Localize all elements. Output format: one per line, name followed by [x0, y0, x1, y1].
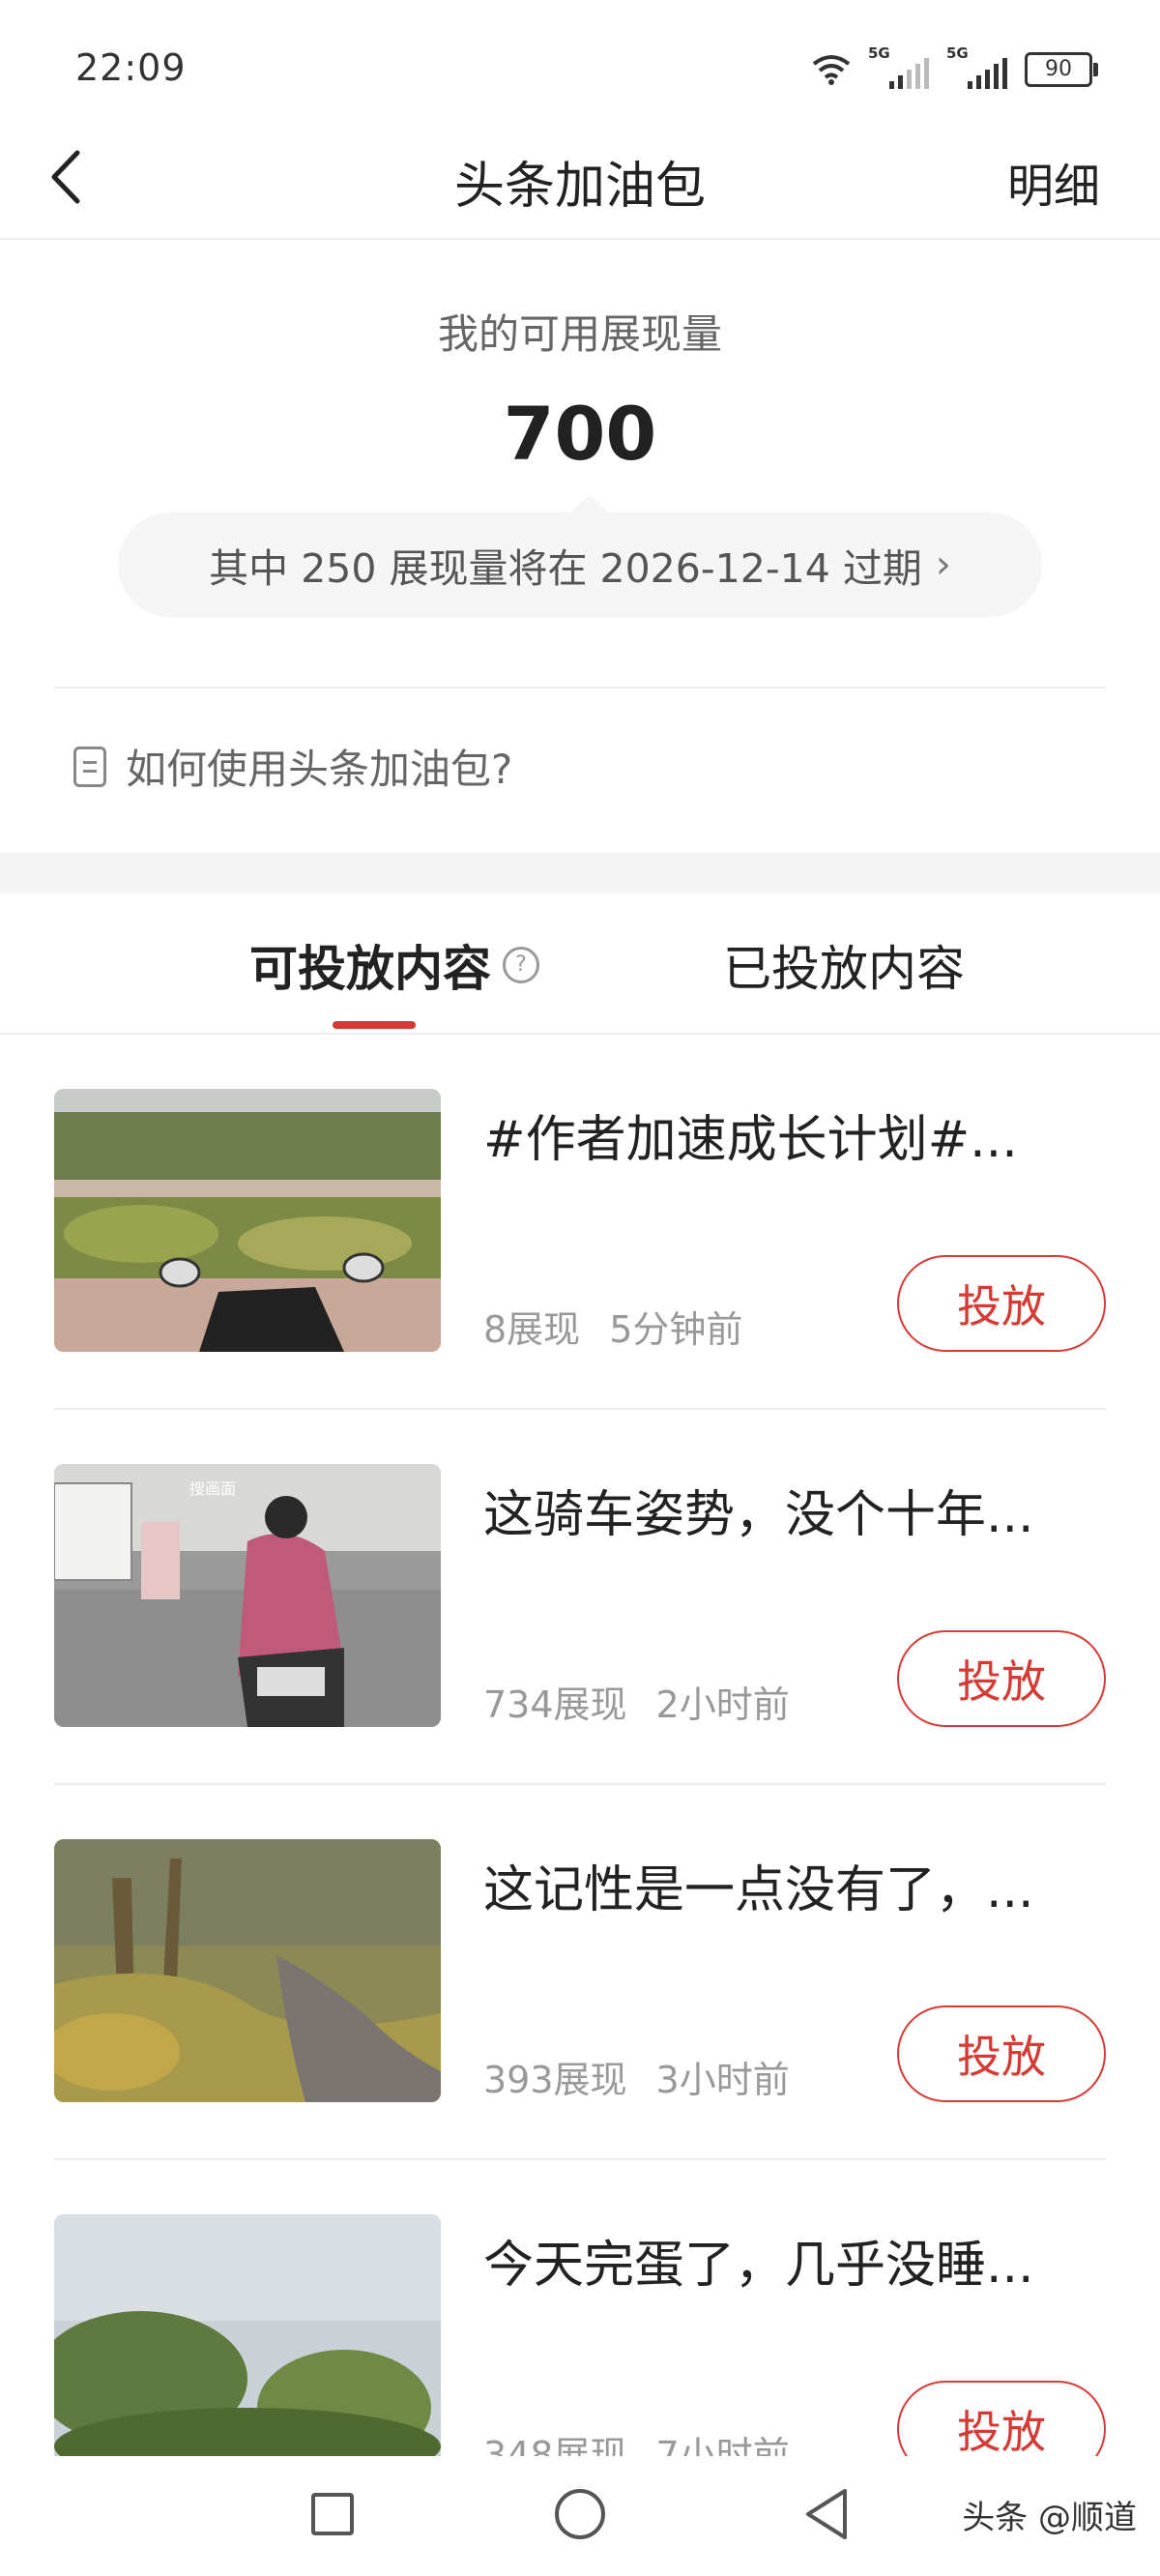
available-impressions-value: 700	[503, 391, 657, 477]
header: 头条加油包 明细	[0, 116, 1160, 240]
signal-icon-2: 5G	[946, 44, 1007, 89]
item-views: 393展现	[483, 2059, 627, 2101]
status-icons: 5G 5G 90	[812, 44, 1098, 93]
thumbnail-image	[54, 1089, 441, 1352]
help-icon[interactable]: ?	[503, 947, 539, 983]
chevron-right-icon: ›	[935, 542, 951, 587]
search-screen-overlay: 搜画面	[189, 1479, 237, 1498]
home-button[interactable]	[555, 2489, 605, 2539]
expire-text: 其中 250 展现量将在 2026-12-14 过期	[209, 545, 922, 592]
item-views: 348展现	[483, 2434, 627, 2456]
active-tab-indicator	[333, 1021, 416, 1029]
available-impressions-label: 我的可用展现量	[437, 310, 722, 358]
thumbnail-image	[54, 1839, 441, 2102]
item-time: 5分钟前	[609, 1308, 743, 1351]
page-title: 头条加油包	[453, 158, 706, 216]
list-item[interactable]: 今天完蛋了，几乎没睡... 348展现 7小时前 投放	[0, 2160, 1160, 2456]
expire-notice[interactable]: 其中 250 展现量将在 2026-12-14 过期 ›	[118, 495, 1042, 617]
item-title: #作者加速成长计划#...	[483, 1111, 1018, 1169]
divider	[54, 687, 1106, 688]
launch-button[interactable]: 投放	[897, 1255, 1106, 1352]
signal-label: 5G	[868, 44, 890, 62]
recent-apps-button[interactable]	[311, 2493, 354, 2535]
thumbnail-image: 搜画面	[54, 1464, 441, 1727]
tab-placed-content[interactable]: 已投放内容	[723, 930, 965, 1000]
item-time: 7小时前	[655, 2434, 790, 2456]
item-title: 今天完蛋了，几乎没睡...	[483, 2237, 1034, 2295]
watermark: 头条 @顺道	[962, 2499, 1137, 2537]
detail-link[interactable]: 明细	[1007, 148, 1100, 216]
launch-button[interactable]: 投放	[897, 2005, 1106, 2102]
item-meta: 393展现 3小时前	[483, 2050, 790, 2103]
item-views: 8展现	[483, 1308, 581, 1351]
document-icon	[73, 746, 106, 787]
signal-icon: 5G	[868, 44, 929, 89]
tab-available-label: 可投放内容	[249, 941, 491, 997]
item-title: 这记性是一点没有了，...	[483, 1861, 1034, 1919]
launch-button[interactable]: 投放	[897, 1630, 1106, 1727]
item-meta: 734展现 2小时前	[483, 1675, 790, 1728]
tab-placed-label: 已投放内容	[723, 941, 965, 997]
item-meta: 348展现 7小时前	[483, 2425, 790, 2456]
item-meta: 8展现 5分钟前	[483, 1300, 742, 1353]
item-title: 这骑车姿势，没个十年...	[483, 1486, 1034, 1544]
item-time: 3小时前	[655, 2059, 790, 2101]
signal-label-2: 5G	[946, 44, 969, 62]
status-time: 22:09	[75, 46, 187, 89]
howto-label: 如何使用头条加油包?	[126, 746, 513, 793]
system-nav-bar: 头条 @顺道	[0, 2456, 1160, 2576]
launch-button[interactable]: 投放	[897, 2381, 1106, 2456]
wifi-icon	[812, 55, 851, 85]
item-views: 734展现	[483, 1683, 627, 1726]
list-item[interactable]: 搜画面 这骑车姿势，没个十年... 734展现 2小时前 投放	[0, 1410, 1160, 1785]
tab-available-content[interactable]: 可投放内容 ?	[249, 930, 539, 1000]
content-list: #作者加速成长计划#... 8展现 5分钟前 投放 搜画面 这骑车姿势，没个十年…	[0, 1035, 1160, 2456]
howto-link[interactable]: 如何使用头条加油包?	[73, 737, 512, 796]
list-item[interactable]: 这记性是一点没有了，... 393展现 3小时前 投放	[0, 1785, 1160, 2160]
item-time: 2小时前	[655, 1683, 790, 1726]
tab-bar: 可投放内容 ? 已投放内容	[0, 893, 1160, 1035]
thumbnail-image	[54, 2214, 441, 2456]
back-triangle-icon[interactable]	[802, 2487, 851, 2541]
page: 22:09 5G 5G 90 头条加油包 明细 我的可用展现量 700 其中 2…	[0, 0, 1160, 2576]
section-separator	[0, 853, 1160, 893]
list-item[interactable]: #作者加速成长计划#... 8展现 5分钟前 投放	[0, 1035, 1160, 1410]
battery-icon: 90	[1025, 52, 1098, 87]
